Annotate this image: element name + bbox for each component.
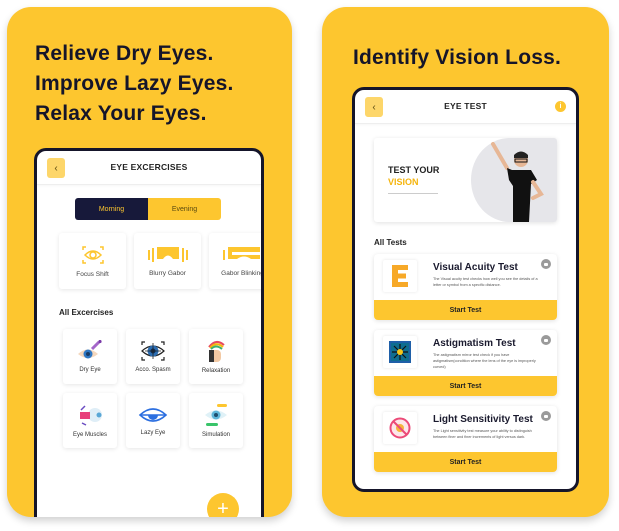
test-description: The astigmatism mirror test check if you… [433, 353, 536, 369]
featured-card-focus-shift[interactable]: Focus Shift [59, 233, 126, 289]
headline-line: Relax Your Eyes. [35, 102, 207, 125]
lock-icon [541, 335, 551, 345]
screen-title: EYE TEST [444, 101, 487, 111]
eye-simulation-icon [205, 404, 227, 426]
exercise-card-dry-eye[interactable]: Dry Eye [63, 329, 117, 384]
test-card-astigmatism: Astigmatism Test The astigmatism mirror … [374, 330, 557, 396]
test-your-vision-banner: TEST YOUR VISION [374, 138, 557, 222]
test-description: The Visual acuity test checks how well y… [433, 277, 538, 287]
exercise-label: Acco. Spasm [135, 367, 171, 373]
screen-title: EYE EXCERCISES [110, 162, 188, 172]
headline-line: Relieve Dry Eyes. [35, 42, 214, 65]
info-icon: i [559, 103, 562, 110]
app-header: ‹ EYE EXCERCISES [37, 151, 261, 185]
exercise-grid: Dry Eye Acco. Spasm Relaxation Eye Muscl… [63, 329, 243, 448]
featured-exercises: Focus Shift Blurry Gabor Gabor Blinking [59, 233, 264, 289]
eye-muscles-icon [80, 405, 102, 426]
featured-card-gabor-blinking[interactable]: Gabor Blinking [209, 233, 264, 289]
test-card-visual-acuity: Visual Acuity Test The Visual acuity tes… [374, 254, 557, 320]
divider [388, 193, 438, 194]
test-name: Visual Acuity Test [433, 262, 518, 273]
lazy-eye-icon [138, 408, 168, 422]
test-name: Astigmatism Test [433, 338, 516, 349]
test-name: Light Sensitivity Test [433, 414, 533, 425]
exercise-card-relaxation[interactable]: Relaxation [189, 329, 243, 384]
section-title: All Tests [374, 238, 407, 247]
time-of-day-tabs: Morning Evening [75, 198, 221, 220]
headline: Identify Vision Loss. [353, 46, 562, 69]
exercise-card-simulation[interactable]: Simulation [189, 393, 243, 448]
child-with-glasses-illustration [491, 142, 544, 222]
start-test-button[interactable]: Start Test [374, 376, 557, 396]
banner-title-line1: TEST YOUR [388, 165, 440, 175]
goggles-icon [147, 246, 188, 262]
exercise-card-acco-spasm[interactable]: Acco. Spasm [126, 329, 180, 384]
exercise-label: Eye Muscles [72, 432, 107, 438]
tab-morning[interactable]: Morning [75, 198, 148, 220]
plus-icon: + [217, 497, 229, 518]
info-button[interactable]: i [555, 101, 566, 112]
phone-screen-eye-test: ‹ EYE TEST i TEST YOUR VISION All Tests [352, 87, 579, 492]
featured-label: Focus Shift [76, 270, 109, 278]
eye-target-icon [141, 341, 165, 361]
exercise-label: Simulation [201, 432, 230, 438]
promo-panel-exercises: Relieve Dry Eyes. Improve Lazy Eyes. Rel… [7, 7, 292, 517]
eye-focus-icon [81, 245, 104, 264]
promo-panel-eye-test: Identify Vision Loss. ‹ EYE TEST i TEST … [322, 7, 609, 517]
featured-label: Gabor Blinking [221, 269, 264, 277]
banner-photo [471, 138, 557, 222]
test-description: The Light sensitivity test measure your … [433, 429, 532, 439]
letter-e-icon [392, 265, 408, 287]
featured-card-blurry-gabor[interactable]: Blurry Gabor [134, 233, 201, 289]
vr-goggles-icon [222, 246, 260, 260]
exercise-label: Relaxation [201, 368, 231, 374]
app-header: ‹ EYE TEST i [355, 90, 576, 124]
test-thumbnail [383, 336, 417, 368]
phone-screen-exercises: ‹ EYE EXCERCISES Morning Evening Focus S… [34, 148, 264, 517]
featured-label: Blurry Gabor [149, 269, 186, 277]
section-title: All Excercises [59, 308, 114, 317]
banner-title-line2: VISION [388, 177, 419, 187]
test-card-light-sensitivity: Light Sensitivity Test The Light sensiti… [374, 406, 557, 472]
lock-icon [541, 411, 551, 421]
test-thumbnail [383, 260, 417, 292]
exercise-label: Dry Eye [79, 367, 101, 373]
eye-drop-icon [78, 340, 102, 359]
relaxed-head-icon [208, 341, 225, 362]
add-button[interactable]: + [207, 493, 239, 517]
astigmatism-chart-icon [389, 341, 411, 363]
test-thumbnail [383, 412, 417, 444]
exercise-label: Lazy Eye [140, 430, 166, 436]
exercise-card-lazy-eye[interactable]: Lazy Eye [126, 393, 180, 448]
headline-line: Improve Lazy Eyes. [35, 72, 234, 95]
start-test-button[interactable]: Start Test [374, 452, 557, 472]
tab-evening[interactable]: Evening [148, 198, 221, 220]
start-test-button[interactable]: Start Test [374, 300, 557, 320]
headline: Relieve Dry Eyes. Improve Lazy Eyes. Rel… [35, 39, 234, 129]
exercise-card-eye-muscles[interactable]: Eye Muscles [63, 393, 117, 448]
no-light-icon [389, 417, 411, 439]
lock-icon [541, 259, 551, 269]
